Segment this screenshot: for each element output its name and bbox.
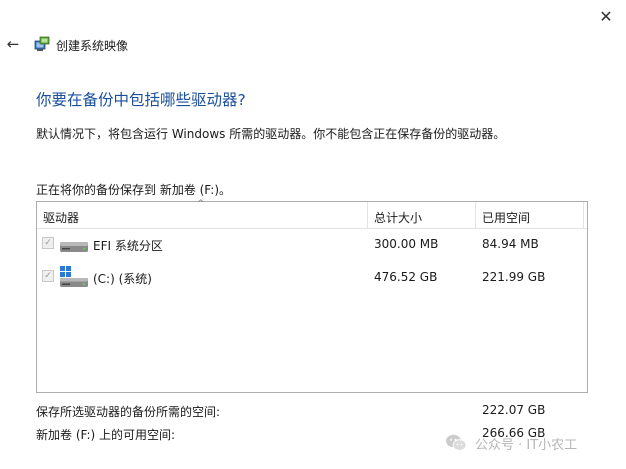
watermark: 公众号 · IT小农工 bbox=[445, 431, 625, 455]
page-description: 默认情况下，将包含运行 Windows 所需的驱动器。你不能包含正在保存备份的驱… bbox=[36, 127, 506, 141]
drive-total-size: 476.52 GB bbox=[374, 270, 438, 284]
drive-used-space: 84.94 MB bbox=[482, 237, 539, 251]
required-space-value: 222.07 GB bbox=[482, 403, 546, 417]
wechat-icon bbox=[446, 434, 467, 451]
close-icon: ✕ bbox=[599, 6, 613, 26]
back-arrow-icon: ← bbox=[6, 35, 20, 53]
close-button[interactable]: ✕ bbox=[596, 6, 616, 26]
column-header-drive[interactable]: 驱动器 bbox=[43, 209, 79, 226]
system-image-backup-icon bbox=[34, 36, 50, 51]
table-row[interactable]: ✓ EFI 系统分区 300.00 MB 84.94 MB bbox=[37, 230, 587, 258]
back-button[interactable]: ← bbox=[4, 35, 22, 53]
page-heading: 你要在备份中包括哪些驱动器? bbox=[36, 91, 246, 109]
available-space-label: 新加卷 (F:) 上的可用空间: bbox=[36, 428, 176, 442]
column-header-total-size[interactable]: 总计大小 bbox=[374, 209, 422, 226]
window-title: 创建系统映像 bbox=[56, 39, 129, 53]
column-divider[interactable] bbox=[475, 202, 476, 228]
drive-icon bbox=[60, 242, 88, 252]
drive-name: EFI 系统分区 bbox=[93, 239, 163, 253]
drive-table: ^ 驱动器 总计大小 已用空间 ✓ EFI 系统分区 300.00 MB 84.… bbox=[36, 199, 588, 393]
column-divider[interactable] bbox=[367, 202, 368, 228]
table-row[interactable]: ✓ (C:) (系统) 476.52 GB 221.99 GB bbox=[37, 263, 587, 291]
drive-total-size: 300.00 MB bbox=[374, 237, 439, 251]
sort-arrow-icon: ^ bbox=[197, 199, 205, 209]
windows-drive-icon bbox=[60, 266, 88, 287]
drive-checkbox[interactable]: ✓ bbox=[42, 237, 54, 249]
table-header: ^ 驱动器 总计大小 已用空间 bbox=[37, 199, 587, 229]
drive-used-space: 221.99 GB bbox=[482, 270, 546, 284]
column-header-used-space[interactable]: 已用空间 bbox=[482, 209, 530, 226]
drive-checkbox[interactable]: ✓ bbox=[42, 270, 54, 282]
save-location-text: 正在将你的备份保存到 新加卷 (F:)。 bbox=[36, 183, 232, 197]
required-space-label: 保存所选驱动器的备份所需的空间: bbox=[36, 405, 221, 419]
watermark-text: 公众号 · IT小农工 bbox=[475, 438, 578, 453]
column-divider[interactable] bbox=[583, 202, 584, 228]
drive-name: (C:) (系统) bbox=[93, 272, 152, 286]
